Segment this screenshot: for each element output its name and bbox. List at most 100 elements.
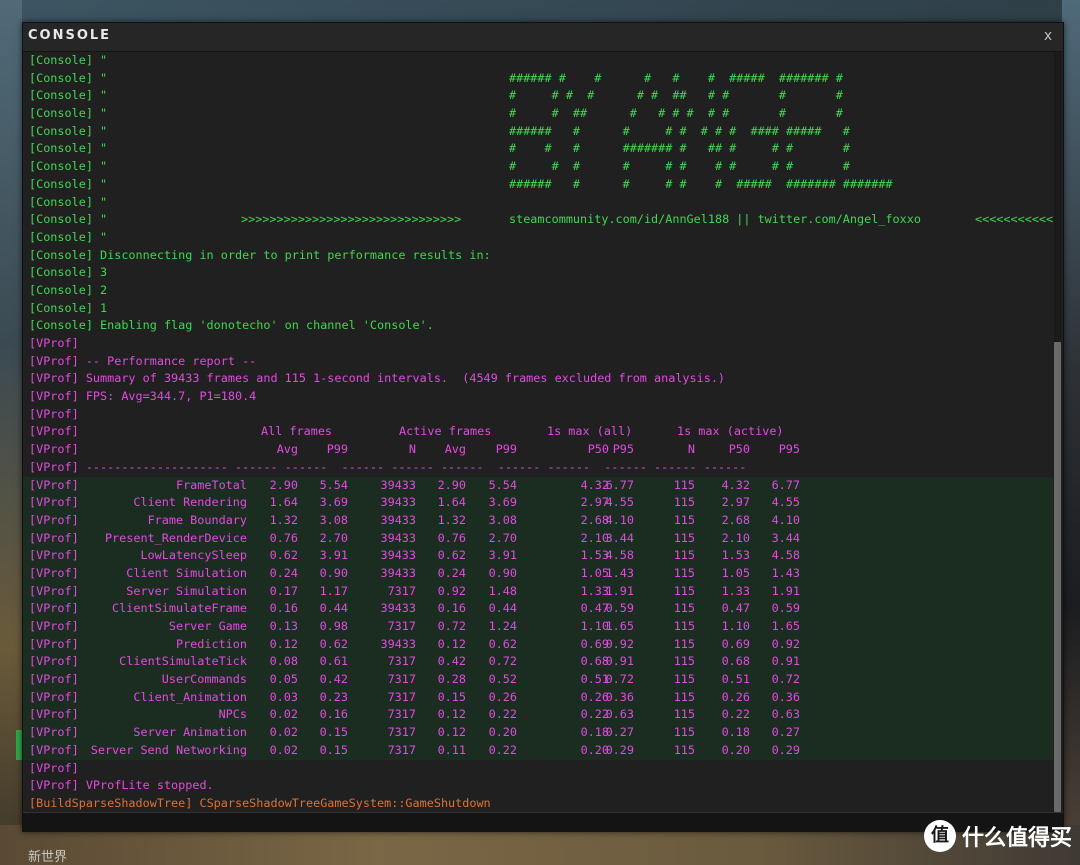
table-row-name: Server Animation: [133, 725, 247, 740]
log-line: [VProf] FPS: Avg=344.7, P1=180.4: [23, 388, 1053, 406]
arrows-left: >>>>>>>>>>>>>>>>>>>>>>>>>>>>>>>: [241, 212, 462, 227]
log-prefix: [VProf]: [29, 760, 79, 775]
table-row: [VProf] Server Animation 0.02 0.15 7317 0.12 0…: [23, 724, 1053, 742]
table-cell: 4.58: [771, 548, 800, 563]
table-cell: 115: [673, 530, 695, 545]
table-cell: 115: [673, 689, 695, 704]
table-row: [VProf] Prediction 0.12 0.62 39433 0.12 0.62 0.…: [23, 635, 1053, 654]
table-row: [VProf] Frame Boundary 1.32 3.08 39433 1.32 3.…: [23, 511, 1053, 530]
log-line: [VProf] Summary of 39433 frames and 115 …: [23, 370, 1053, 388]
table-cell: 115: [673, 636, 695, 651]
table-column-header: P99: [326, 442, 348, 457]
table-cell: 0.92: [605, 636, 634, 651]
log-prefix: [Console]: [29, 141, 93, 156]
log-line: [Console] ": [23, 229, 1053, 247]
log-prefix: [VProf]: [29, 477, 79, 492]
log-prefix: [VProf]: [29, 424, 79, 439]
log-line: [Console] " # # # # # # # # # # #: [23, 158, 1053, 176]
log-line: [Console] Enabling flag 'donotecho' on c…: [23, 317, 1053, 335]
table-column-header: P95: [612, 442, 634, 457]
log-text: ": [92, 159, 108, 174]
close-icon[interactable]: x: [1039, 26, 1057, 46]
table-cell: 115: [673, 725, 695, 740]
log-text: Enabling flag 'donotecho' on channel 'Co…: [92, 318, 434, 333]
table-cell: 0.91: [771, 654, 800, 669]
table-cell: 4.10: [605, 512, 634, 527]
table-group-header: All frames: [261, 424, 333, 439]
log-line: [Console] " # # ## # # # # # # # #: [23, 105, 1053, 123]
watermark-logo-icon: 值: [923, 820, 956, 852]
table-cell: 0.90: [319, 565, 348, 580]
log-prefix: [VProf]: [29, 389, 79, 404]
log-prefix: [Console]: [29, 176, 93, 191]
log-prefix: [Console]: [29, 282, 93, 297]
table-cell: 115: [673, 654, 695, 669]
table-cell: 0.91: [605, 654, 634, 669]
table-cell: 0.16: [319, 707, 348, 722]
log-text: ": [92, 88, 108, 103]
table-row-name: Client_Animation: [133, 689, 247, 704]
table-cell: 5.54: [319, 477, 348, 492]
log-text: ": [92, 70, 108, 85]
table-row: [VProf] ClientSimulateTick 0.08 0.61 7317 0.4…: [23, 653, 1053, 672]
table-cell: 3.69: [319, 495, 348, 510]
log-line: [Console] " >>>>>>>>>>>>>>>>>>>>>>>>>>>>>…: [23, 211, 1053, 229]
table-cell: 0.59: [771, 601, 800, 616]
table-cell: 115: [673, 512, 695, 527]
table-row-name: Server Game: [168, 619, 247, 633]
table-row-name: ClientSimulateTick: [119, 654, 247, 669]
log-text: Summary of 39433 frames and 115 1-second…: [78, 371, 726, 386]
table-cell: 1.48: [488, 583, 517, 598]
log-line: [VProf] Avg P99 N Avg P99 P50 P95 N P50 P95: [23, 441, 1053, 459]
table-row-name: ClientSimulateFrame: [112, 601, 247, 616]
table-cell: 0.27: [605, 725, 634, 740]
log-line: [Console] Disconnecting in order to prin…: [23, 247, 1053, 265]
table-cell: 115: [673, 548, 695, 563]
ascii-art: # # ## # # # # # # # #: [509, 106, 843, 121]
table-row: [VProf] Server Send Networking 0.02 0.15 731…: [23, 741, 1053, 760]
console-output[interactable]: [Console] " [Console] " ###### # # # # # #…: [23, 52, 1053, 812]
log-line: [VProf] -- Performance report --: [23, 353, 1053, 371]
table-cell: 115: [673, 672, 695, 687]
table-cell: 0.62: [488, 636, 517, 651]
table-cell: 0.59: [605, 601, 634, 616]
table-row: [VProf] FrameTotal 2.90 5.54 39433 2.90 5.54 4.…: [23, 476, 1053, 495]
table-cell: 115: [673, 619, 695, 633]
table-cell: 115: [673, 477, 695, 492]
log-prefix: [VProf]: [29, 725, 79, 740]
log-text: ": [92, 123, 108, 138]
log-line: [VProf]: [23, 760, 1053, 778]
table-cell: 0.90: [488, 565, 517, 580]
log-line: [BuildSparseShadowTree] CSparseShadowTre…: [23, 795, 1053, 812]
table-row-name: UserCommands: [161, 672, 247, 687]
background-caption: 新世界: [28, 850, 68, 865]
table-row-name: Client Rendering: [133, 495, 247, 510]
log-prefix: [VProf]: [29, 619, 79, 633]
ascii-art: ###### # # # # # # # #### ##### #: [509, 123, 850, 138]
table-cell: 4.55: [605, 495, 634, 510]
log-line: [Console] 3: [23, 264, 1053, 282]
table-row-name: Prediction: [175, 636, 247, 651]
log-prefix: [Console]: [29, 318, 93, 333]
table-cell: 115: [673, 565, 695, 580]
ascii-art: # # # # # # ## # # # #: [509, 88, 843, 103]
console-input[interactable]: [23, 812, 1063, 832]
table-cell: 1.43: [771, 565, 800, 580]
table-row: [VProf] LowLatencySleep 0.62 3.91 39433 0.62 3…: [23, 547, 1053, 565]
scrollbar-thumb[interactable]: [1054, 342, 1061, 812]
table-separator: [VProf] -------------------- ------ ----…: [29, 459, 747, 474]
table-cell: 0.44: [319, 601, 348, 616]
table-row: [VProf] Client Simulation 0.24 0.90 39433 0.2…: [23, 564, 1053, 583]
log-prefix: [Console]: [29, 265, 93, 280]
log-text: ": [92, 212, 108, 227]
log-prefix: [Console]: [29, 70, 93, 85]
log-line: [Console] " # # # ####### # ## # # # #: [23, 140, 1053, 158]
console-titlebar[interactable]: CONSOLE x: [23, 23, 1063, 52]
log-text: ": [92, 176, 108, 191]
console-scrollbar[interactable]: [1054, 52, 1061, 812]
table-cell: 3.44: [771, 530, 800, 545]
log-prefix: [Console]: [29, 212, 93, 227]
log-text: CSparseShadowTreeGameSystem::GameShutdow…: [192, 795, 491, 810]
table-cell: 0.15: [319, 742, 348, 757]
table-cell: 5.54: [488, 477, 517, 492]
